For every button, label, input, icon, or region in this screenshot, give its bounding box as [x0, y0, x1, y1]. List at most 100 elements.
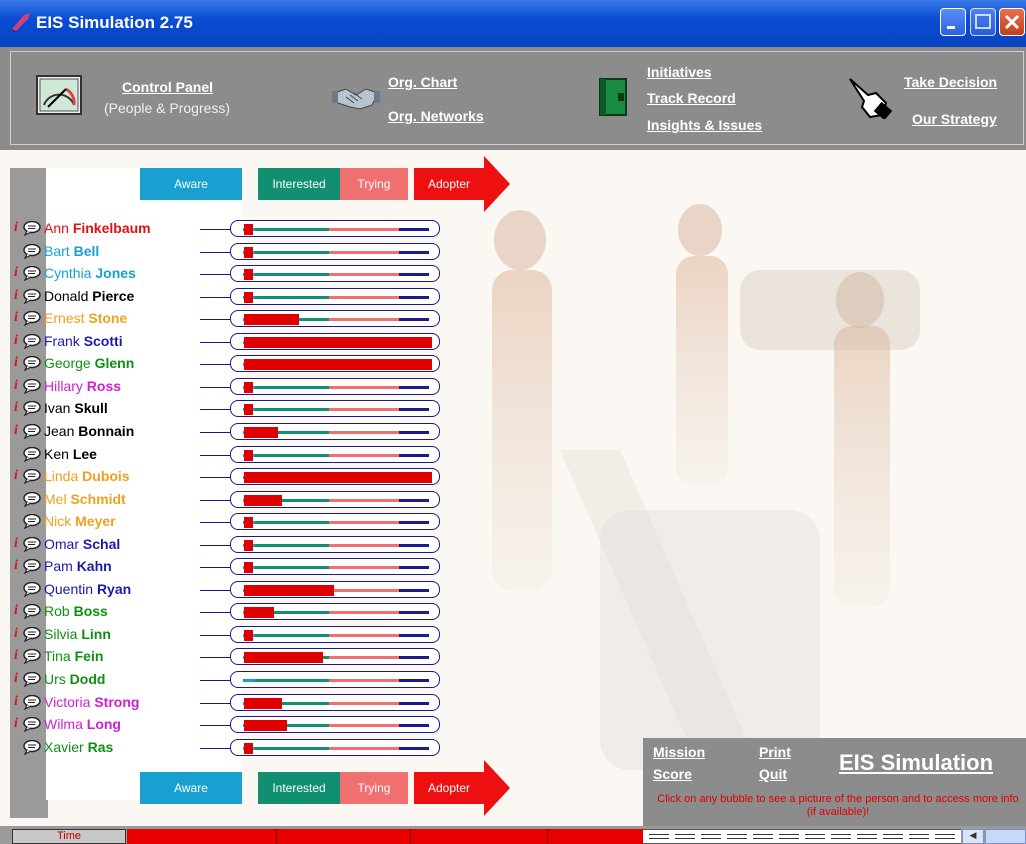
print-link[interactable]: Print: [759, 744, 791, 760]
mission-link[interactable]: Mission: [653, 744, 705, 760]
take-decision-link[interactable]: Take Decision: [904, 74, 997, 90]
speech-bubble-icon[interactable]: [23, 581, 41, 597]
person-name[interactable]: Wilma Long: [44, 716, 121, 732]
progress-track[interactable]: [230, 220, 440, 237]
speech-bubble-icon[interactable]: [23, 266, 41, 282]
person-name[interactable]: George Glenn: [44, 355, 134, 371]
person-name[interactable]: Mel Schmidt: [44, 491, 126, 507]
progress-track[interactable]: [230, 738, 440, 756]
info-icon[interactable]: i: [14, 626, 22, 642]
progress-track[interactable]: [230, 648, 440, 666]
info-icon[interactable]: i: [14, 378, 22, 394]
person-name[interactable]: Silvia Linn: [44, 626, 111, 642]
progress-track[interactable]: [230, 332, 440, 350]
person-name[interactable]: Ann Finkelbaum: [44, 220, 151, 236]
speech-bubble-icon[interactable]: [23, 717, 41, 733]
progress-track[interactable]: [230, 716, 440, 734]
person-name[interactable]: Jean Bonnain: [44, 423, 134, 439]
pointing-hand-icon[interactable]: [846, 75, 894, 119]
info-icon[interactable]: i: [14, 310, 22, 326]
org-chart-link[interactable]: Org. Chart: [388, 74, 457, 90]
person-name[interactable]: Nick Meyer: [44, 513, 116, 529]
quit-link[interactable]: Quit: [759, 766, 787, 782]
progress-track[interactable]: [230, 310, 440, 328]
speech-bubble-icon[interactable]: [23, 739, 41, 755]
progress-track[interactable]: [230, 490, 440, 508]
gauge-icon[interactable]: [36, 75, 82, 115]
control-panel-link[interactable]: Control Panel: [122, 79, 213, 95]
progress-track[interactable]: [230, 693, 440, 711]
person-name[interactable]: Ken Lee: [44, 446, 97, 462]
progress-track[interactable]: [230, 603, 440, 621]
progress-track[interactable]: [230, 287, 440, 305]
progress-track[interactable]: [230, 558, 440, 576]
speech-bubble-icon[interactable]: [23, 401, 41, 417]
insights-issues-link[interactable]: Insights & Issues: [647, 117, 762, 133]
speech-bubble-icon[interactable]: [23, 694, 41, 710]
progress-track[interactable]: [230, 422, 440, 440]
progress-track[interactable]: [230, 265, 440, 283]
info-icon[interactable]: i: [14, 536, 22, 552]
close-button[interactable]: [999, 8, 1025, 36]
speech-bubble-icon[interactable]: [23, 288, 41, 304]
speech-bubble-icon[interactable]: [23, 491, 41, 507]
progress-track[interactable]: [230, 580, 440, 598]
person-name[interactable]: Ivan Skull: [44, 400, 108, 416]
progress-track[interactable]: [230, 377, 440, 395]
info-icon[interactable]: i: [14, 558, 22, 574]
info-icon[interactable]: i: [14, 716, 22, 732]
speech-bubble-icon[interactable]: [23, 333, 41, 349]
person-name[interactable]: Frank Scotti: [44, 333, 123, 349]
person-name[interactable]: Tina Fein: [44, 648, 103, 664]
speech-bubble-icon[interactable]: [23, 559, 41, 575]
track-record-link[interactable]: Track Record: [647, 90, 736, 106]
info-icon[interactable]: i: [14, 423, 22, 439]
speech-bubble-icon[interactable]: [23, 311, 41, 327]
speech-bubble-icon[interactable]: [23, 626, 41, 642]
info-icon[interactable]: i: [14, 468, 22, 484]
speech-bubble-icon[interactable]: [23, 446, 41, 462]
score-link[interactable]: Score: [653, 766, 692, 782]
speech-bubble-icon[interactable]: [23, 378, 41, 394]
speech-bubble-icon[interactable]: [23, 469, 41, 485]
progress-track[interactable]: [230, 445, 440, 463]
info-icon[interactable]: i: [14, 648, 22, 664]
info-icon[interactable]: i: [14, 694, 22, 710]
progress-track[interactable]: [230, 468, 440, 486]
binder-icon[interactable]: [598, 77, 628, 117]
our-strategy-link[interactable]: Our Strategy: [912, 111, 997, 127]
speech-bubble-icon[interactable]: [23, 221, 41, 236]
progress-track[interactable]: [230, 671, 440, 688]
info-icon[interactable]: i: [14, 220, 22, 236]
speech-bubble-icon[interactable]: [23, 536, 41, 552]
speech-bubble-icon[interactable]: [23, 514, 41, 530]
progress-track[interactable]: [230, 513, 440, 531]
progress-track[interactable]: [230, 355, 440, 373]
person-name[interactable]: Xavier Ras: [44, 739, 113, 755]
handshake-icon[interactable]: [332, 79, 380, 115]
person-name[interactable]: Omar Schal: [44, 536, 120, 552]
person-name[interactable]: Urs Dodd: [44, 671, 105, 687]
person-name[interactable]: Bart Bell: [44, 243, 99, 259]
speech-bubble-icon[interactable]: [23, 672, 41, 687]
speech-bubble-icon[interactable]: [23, 423, 41, 439]
person-name[interactable]: Rob Boss: [44, 603, 108, 619]
person-name[interactable]: Victoria Strong: [44, 694, 139, 710]
person-name[interactable]: Ernest Stone: [44, 310, 127, 326]
info-icon[interactable]: i: [14, 333, 22, 349]
info-icon[interactable]: i: [14, 265, 22, 281]
speech-bubble-icon[interactable]: [23, 649, 41, 665]
person-name[interactable]: Pam Kahn: [44, 558, 112, 574]
progress-track[interactable]: [230, 242, 440, 260]
progress-track[interactable]: [230, 535, 440, 553]
info-icon[interactable]: i: [14, 671, 22, 687]
person-name[interactable]: Donald Pierce: [44, 288, 134, 304]
initiatives-link[interactable]: Initiatives: [647, 64, 712, 80]
person-name[interactable]: Hillary Ross: [44, 378, 121, 394]
scroll-thumb[interactable]: [985, 829, 1026, 844]
eis-simulation-title[interactable]: EIS Simulation: [839, 750, 993, 776]
org-networks-link[interactable]: Org. Networks: [388, 108, 484, 124]
speech-bubble-icon[interactable]: [23, 356, 41, 372]
speech-bubble-icon[interactable]: [23, 243, 41, 259]
person-name[interactable]: Cynthia Jones: [44, 265, 136, 281]
